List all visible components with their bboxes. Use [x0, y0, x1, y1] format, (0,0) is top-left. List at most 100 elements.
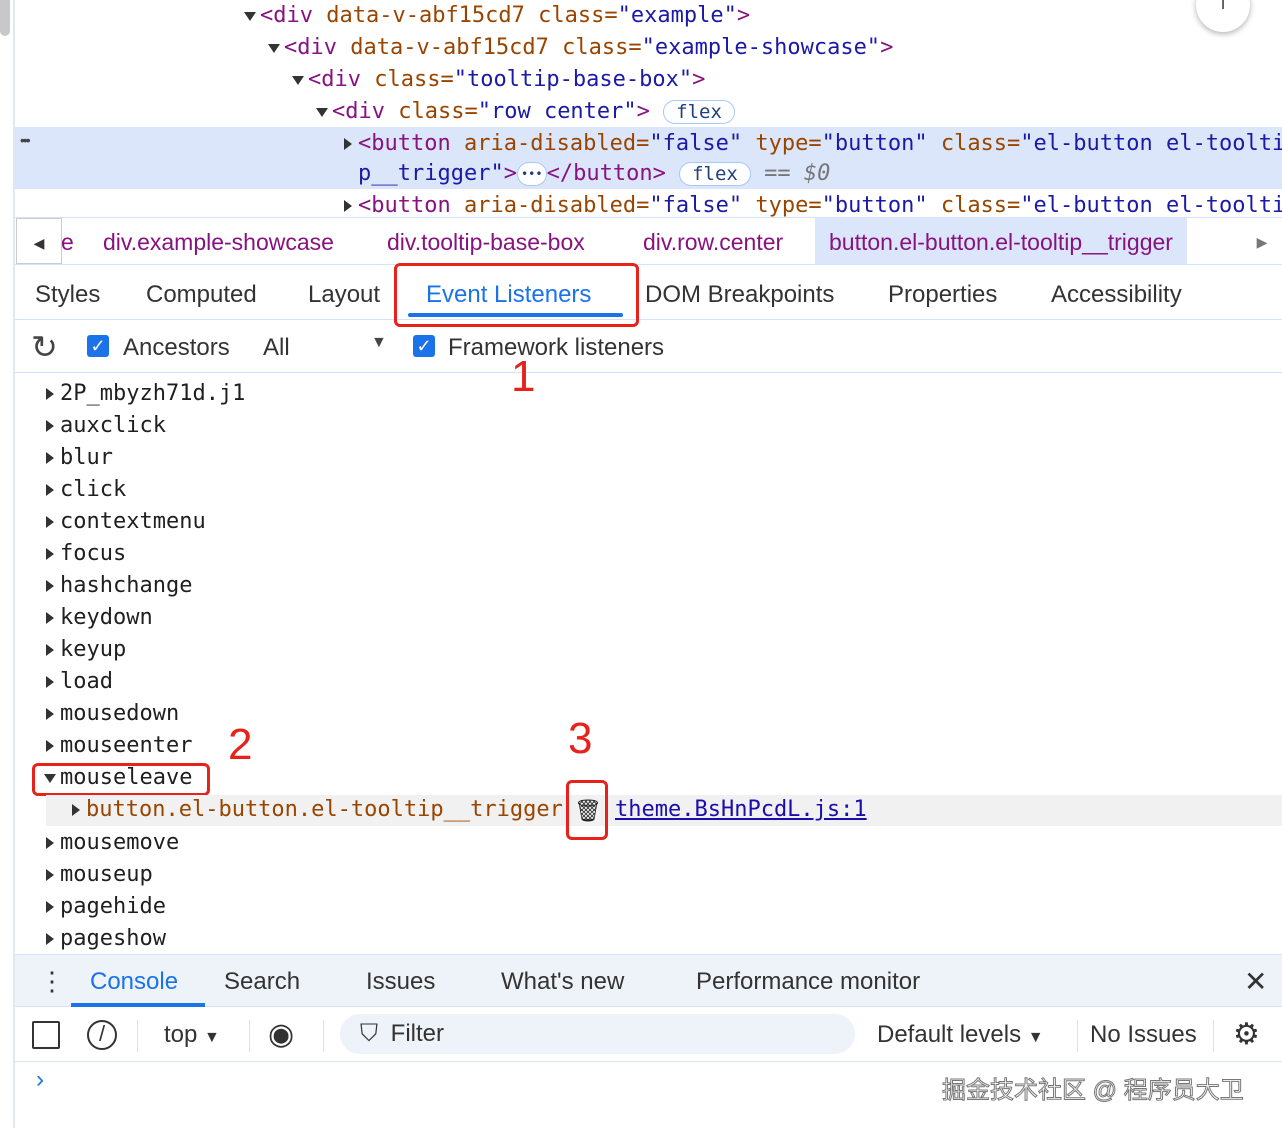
eye-icon[interactable]: ◉	[268, 1008, 294, 1062]
console-prompt-icon[interactable]: ›	[36, 1066, 44, 1094]
collapsed-triangle-icon[interactable]	[46, 612, 54, 624]
collapsed-triangle-icon[interactable]	[46, 740, 54, 752]
watermark: 掘金技术社区 @ 程序员大卫	[942, 1077, 1245, 1105]
chevron-down-icon: ▼	[1027, 1029, 1044, 1046]
listener-source-link[interactable]: theme.BsHnPcdL.js:1	[615, 794, 867, 826]
annotation-box-3	[566, 780, 608, 840]
gear-icon[interactable]: ⚙	[1233, 1008, 1260, 1062]
collapsed-triangle-icon[interactable]	[344, 200, 352, 212]
collapsed-triangle-icon[interactable]	[46, 837, 54, 849]
collapsed-triangle-icon[interactable]	[46, 420, 54, 432]
ellipsis-badge[interactable]: •••	[516, 162, 547, 186]
tree-node-row-center[interactable]: <div class="row center"> flex	[316, 96, 735, 128]
collapsed-triangle-icon[interactable]	[46, 452, 54, 464]
event-mouseup[interactable]: mouseup	[46, 859, 153, 891]
collapsed-triangle-icon[interactable]	[46, 388, 54, 400]
event-contextmenu[interactable]: contextmenu	[46, 506, 206, 538]
expand-triangle-icon[interactable]	[244, 11, 256, 21]
more-vert-icon[interactable]: ⋮	[39, 955, 65, 1008]
sidebar-toggle-icon[interactable]	[32, 1021, 60, 1049]
filter-input[interactable]: ⛉ Filter	[340, 1014, 855, 1054]
console-toolbar: / top ▼ ◉ ⛉ Filter Default levels ▼ No I…	[15, 1008, 1282, 1062]
collapsed-triangle-icon[interactable]	[46, 676, 54, 688]
event-hashchange[interactable]: hashchange	[46, 570, 192, 602]
tab-search[interactable]: Search	[224, 955, 300, 1008]
event-listeners-toolbar: ↻ ✓ Ancestors All ▼ ✓ Framework listener…	[15, 322, 1282, 373]
annotation-box-1	[394, 263, 639, 327]
collapsed-triangle-icon[interactable]	[46, 901, 54, 913]
expand-triangle-icon[interactable]	[316, 107, 328, 117]
scroll-right-icon[interactable]: ▶	[1242, 218, 1282, 264]
scroll-left-icon[interactable]: ◀	[16, 218, 62, 264]
event-pageshow[interactable]: pageshow	[46, 923, 166, 955]
collapsed-triangle-icon[interactable]	[46, 516, 54, 528]
close-icon[interactable]: ✕	[1244, 955, 1267, 1008]
event-2p-mbyzh71d-j1[interactable]: 2P_mbyzh71d.j1	[46, 378, 245, 410]
framework-listeners-checkbox[interactable]: ✓	[413, 335, 435, 357]
event-pagehide[interactable]: pagehide	[46, 891, 166, 923]
tree-node-tooltip-base-box[interactable]: <div class="tooltip-base-box">	[292, 64, 705, 96]
collapsed-triangle-icon[interactable]	[46, 708, 54, 720]
accessibility-icon[interactable]: ⍑	[1196, 0, 1250, 32]
collapsed-triangle-icon[interactable]	[72, 804, 80, 816]
breadcrumb-item-selected[interactable]: button.el-button.el-tooltip__trigger	[815, 218, 1187, 264]
event-mousedown[interactable]: mousedown	[46, 698, 179, 730]
tab-styles[interactable]: Styles	[35, 270, 100, 320]
expand-triangle-icon[interactable]	[268, 43, 280, 53]
chevron-down-icon: ▼	[204, 1029, 220, 1046]
more-options-icon[interactable]: •••	[20, 132, 31, 148]
issues-counter[interactable]: No Issues	[1090, 1008, 1197, 1062]
clear-console-icon[interactable]: /	[87, 1020, 117, 1050]
collapsed-triangle-icon[interactable]	[46, 484, 54, 496]
tab-console[interactable]: Console	[90, 955, 178, 1008]
event-load[interactable]: load	[46, 666, 113, 698]
annotation-2: 2	[228, 720, 253, 769]
breadcrumb-item[interactable]: div.example-showcase	[103, 218, 334, 266]
tab-layout[interactable]: Layout	[308, 270, 380, 320]
sidebar-tabs: Styles Computed Layout Event Listeners D…	[15, 270, 1282, 320]
event-auxclick[interactable]: auxclick	[46, 410, 166, 442]
tab-performance-monitor[interactable]: Performance monitor	[696, 955, 920, 1008]
tab-properties[interactable]: Properties	[888, 270, 997, 320]
dollar-zero-ref: == $0	[764, 161, 831, 186]
collapsed-triangle-icon[interactable]	[344, 138, 352, 150]
scrollbar[interactable]	[0, 0, 10, 36]
event-focus[interactable]: focus	[46, 538, 126, 570]
annotation-1: 1	[511, 352, 536, 401]
flex-badge[interactable]: flex	[679, 162, 751, 186]
collapsed-triangle-icon[interactable]	[46, 580, 54, 592]
event-blur[interactable]: blur	[46, 442, 113, 474]
collapsed-triangle-icon[interactable]	[46, 644, 54, 656]
event-mousemove[interactable]: mousemove	[46, 827, 179, 859]
expand-triangle-icon[interactable]	[292, 75, 304, 85]
tab-accessibility[interactable]: Accessibility	[1051, 270, 1182, 320]
ancestors-label: Ancestors	[123, 334, 230, 361]
context-select[interactable]: top ▼	[164, 1008, 220, 1065]
event-click[interactable]: click	[46, 474, 126, 506]
tab-dom-breakpoints[interactable]: DOM Breakpoints	[645, 270, 834, 320]
listener-filter-select[interactable]: All	[263, 334, 290, 362]
tree-node-selected-button[interactable]: <button aria-disabled="false" type="butt…	[344, 128, 1282, 160]
event-keydown[interactable]: keydown	[46, 602, 153, 634]
tab-whats-new[interactable]: What's new	[501, 955, 624, 1008]
flex-badge[interactable]: flex	[663, 100, 735, 124]
collapsed-triangle-icon[interactable]	[46, 869, 54, 881]
log-levels-select[interactable]: Default levels ▼	[877, 1008, 1044, 1065]
tab-issues[interactable]: Issues	[366, 955, 435, 1008]
drawer-tabs: ⋮ Console Search Issues What's new Perfo…	[15, 954, 1282, 1007]
ancestors-checkbox[interactable]: ✓	[87, 335, 109, 357]
collapsed-triangle-icon[interactable]	[46, 933, 54, 945]
event-keyup[interactable]: keyup	[46, 634, 126, 666]
chevron-down-icon[interactable]: ▼	[371, 334, 387, 352]
tree-node-selected-cont: p__trigger"> ••• </button> flex == $0	[358, 161, 831, 186]
breadcrumb-item[interactable]: e	[61, 218, 74, 266]
event-mouseenter[interactable]: mouseenter	[46, 730, 192, 762]
listener-row[interactable]: button.el-button.el-tooltip__trigger	[72, 794, 563, 826]
breadcrumb-item[interactable]: div.row.center	[643, 218, 783, 266]
tab-computed[interactable]: Computed	[146, 270, 257, 320]
collapsed-triangle-icon[interactable]	[46, 548, 54, 560]
breadcrumb-item[interactable]: div.tooltip-base-box	[387, 218, 585, 266]
tree-node-example[interactable]: <div data-v-abf15cd7 class="example">	[244, 0, 750, 32]
refresh-icon[interactable]: ↻	[31, 328, 58, 366]
tree-node-example-showcase[interactable]: <div data-v-abf15cd7 class="example-show…	[268, 32, 893, 64]
